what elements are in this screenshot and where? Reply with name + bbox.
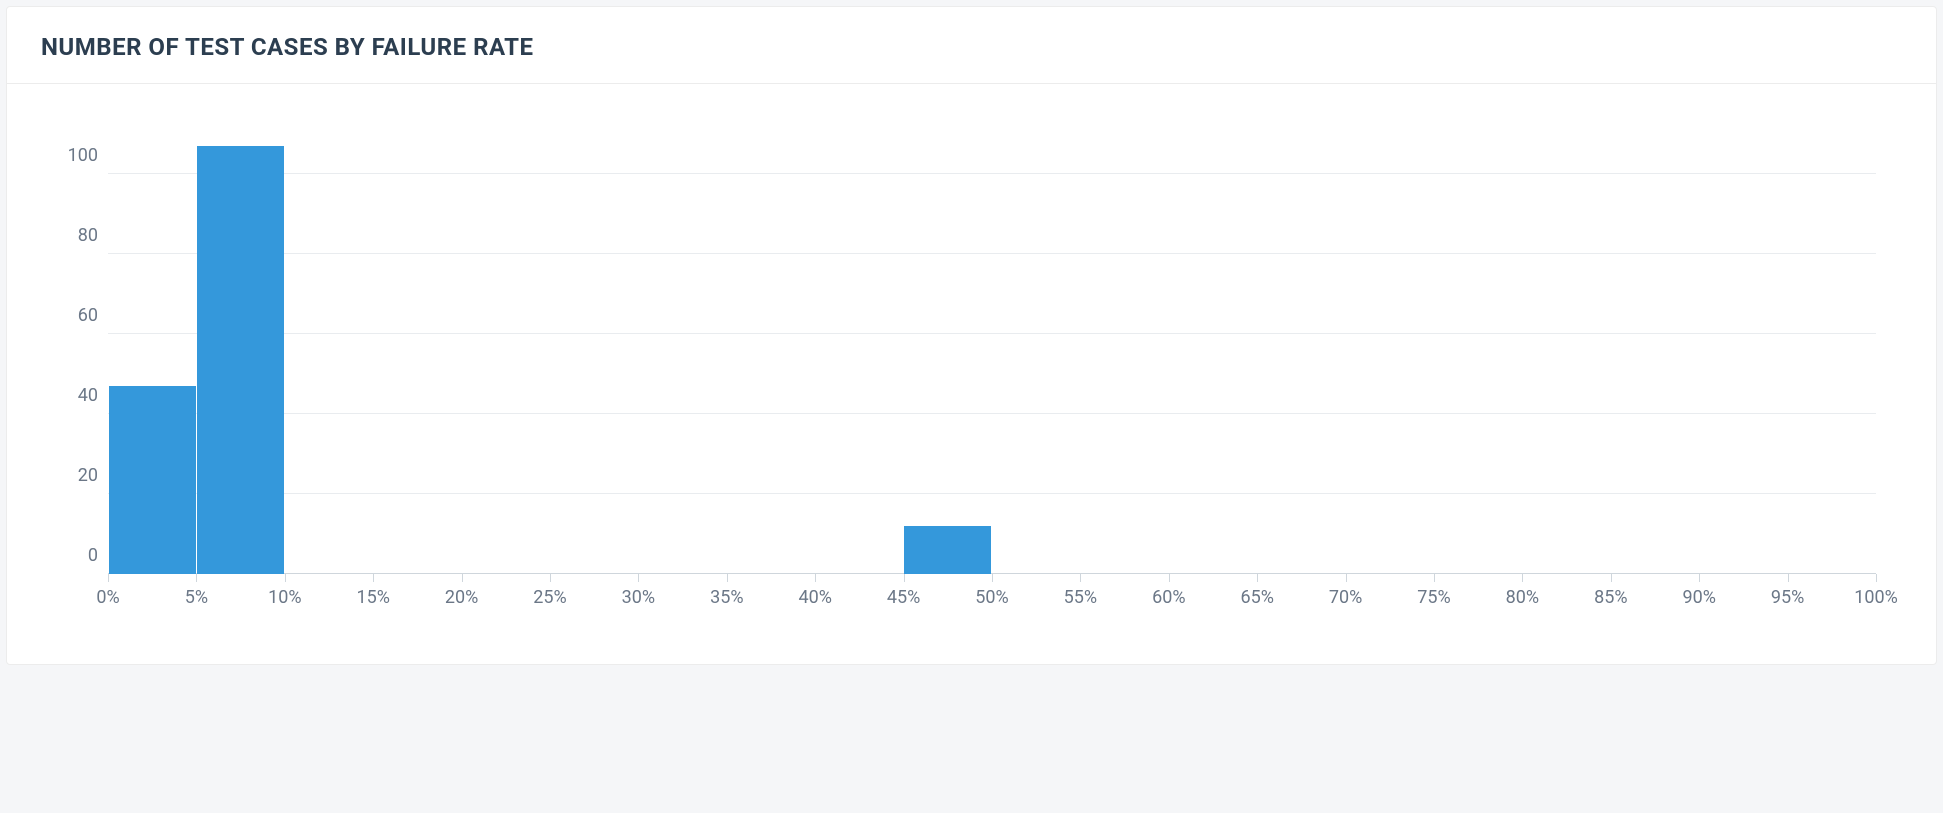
x-axis-label: 80%: [1506, 587, 1539, 608]
histogram-chart: 0 20 40 60 80 100 0% 5% 10% 15% 20% 25% 30% 35% 40% 45%…: [37, 124, 1906, 624]
x-axis-label: 75%: [1417, 587, 1450, 608]
x-axis-label: 65%: [1240, 587, 1273, 608]
y-axis-label: 60: [58, 307, 98, 325]
x-axis-tick: [1169, 574, 1170, 582]
gridline: [108, 413, 1876, 414]
x-axis-label: 95%: [1771, 587, 1804, 608]
y-axis-label: 20: [58, 467, 98, 485]
x-axis-tick: [285, 574, 286, 582]
plot-area: 0204060801000%5%10%15%20%25%30%35%40%45%…: [107, 134, 1876, 574]
x-axis-tick: [373, 574, 374, 582]
x-axis-tick: [992, 574, 993, 582]
x-axis-tick: [1434, 574, 1435, 582]
x-axis-label: 10%: [268, 587, 301, 608]
histogram-bar[interactable]: [197, 146, 284, 574]
y-axis-label: 100: [58, 147, 98, 165]
chart-wrap: 0 20 40 60 80 100 0% 5% 10% 15% 20% 25% 30% 35% 40% 45%…: [37, 124, 1906, 624]
x-axis-tick: [1522, 574, 1523, 582]
y-axis-label: 0: [58, 547, 98, 565]
x-axis-label: 0%: [96, 587, 119, 608]
x-axis-tick: [196, 574, 197, 582]
x-axis-label: 55%: [1064, 587, 1097, 608]
x-axis-label: 30%: [622, 587, 655, 608]
x-axis-label: 40%: [798, 587, 831, 608]
x-axis-label: 100%: [1854, 587, 1898, 608]
x-axis-label: 20%: [445, 587, 478, 608]
chart-card: NUMBER OF TEST CASES BY FAILURE RATE 0 20…: [6, 6, 1937, 665]
y-axis-label: 80: [58, 227, 98, 245]
x-axis-tick: [1611, 574, 1612, 582]
gridline: [108, 333, 1876, 334]
gridline: [108, 493, 1876, 494]
x-axis-label: 70%: [1329, 587, 1362, 608]
x-axis-label: 50%: [975, 587, 1008, 608]
x-axis-tick: [550, 574, 551, 582]
x-axis-tick: [1876, 574, 1877, 582]
x-axis-tick: [108, 574, 109, 582]
gridline: [108, 253, 1876, 254]
x-axis-tick: [1699, 574, 1700, 582]
x-axis-tick: [1257, 574, 1258, 582]
x-axis-tick: [1346, 574, 1347, 582]
x-axis-label: 85%: [1594, 587, 1627, 608]
card-body: 0 20 40 60 80 100 0% 5% 10% 15% 20% 25% 30% 35% 40% 45%…: [7, 84, 1936, 664]
x-axis-tick: [1788, 574, 1789, 582]
y-axis-label: 40: [58, 387, 98, 405]
x-axis-tick: [815, 574, 816, 582]
x-axis-tick: [462, 574, 463, 582]
x-axis-label: 15%: [356, 587, 389, 608]
x-axis-label: 60%: [1152, 587, 1185, 608]
x-axis-tick: [638, 574, 639, 582]
card-header: NUMBER OF TEST CASES BY FAILURE RATE: [7, 7, 1936, 84]
card-title: NUMBER OF TEST CASES BY FAILURE RATE: [41, 33, 1902, 61]
gridline: [108, 173, 1876, 174]
histogram-bar[interactable]: [904, 526, 991, 574]
x-axis-tick: [1080, 574, 1081, 582]
x-axis-tick: [727, 574, 728, 582]
x-axis-label: 5%: [185, 587, 208, 608]
x-axis-label: 25%: [533, 587, 566, 608]
x-axis-label: 45%: [887, 587, 920, 608]
x-axis-label: 35%: [710, 587, 743, 608]
x-axis-tick: [904, 574, 905, 582]
histogram-bar[interactable]: [109, 386, 196, 574]
x-axis-label: 90%: [1682, 587, 1715, 608]
